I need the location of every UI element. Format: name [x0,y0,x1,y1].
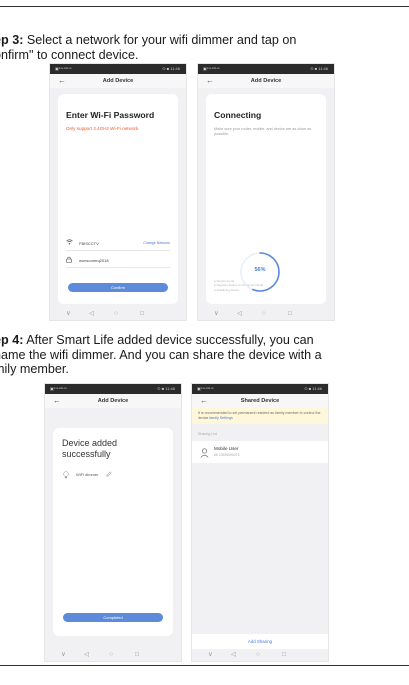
progress-percent: 56% [254,267,266,273]
status-bar: ▣ᴸᵗᵉ⁴ᴳᴸᵗᵉ ⊙ ■ 11:46 [192,384,328,394]
phone-screen-shared-device: ▣ᴸᵗᵉ⁴ᴳᴸᵗᵉ ⊙ ■ 11:46 ← Shared Device It i… [191,383,329,662]
bulb-icon [63,471,69,480]
back-triangle-icon[interactable]: ◁ [84,651,89,659]
change-network-link[interactable]: Change Network [143,241,170,245]
family-settings-notice: It is recommended to set permanent resid… [192,408,328,424]
lock-icon [66,256,72,265]
status-bar-right: ⊙ ■ 11:46 [310,66,328,71]
status-bar-left: ▣ᴸᵗᵉ⁴ᴳᴸᵗᵉ [197,386,214,391]
step-3-text: ep 3: Select a network for your wifi dim… [0,33,409,62]
phone-screen-wifi-password: ▣ᴸᵗᵉ⁴ᴳᴸᵗᵉ ⊙ ■ 11:46 ← Add Device Enter W… [49,63,187,321]
wifi-icon [66,239,73,247]
android-nav-bar: ∨ ◁ ○ □ [45,649,181,661]
edit-pencil-icon[interactable] [106,471,112,478]
status-bar-right: ⊙ ■ 11:46 [157,386,175,391]
step-4-label: ep 4: [0,333,24,347]
nav-bar: ← Add Device [198,74,334,88]
nav-title: Add Device [250,78,282,84]
down-icon[interactable]: ∨ [208,651,213,659]
status-bar-left: ▣ᴸᵗᵉ⁴ᴳᴸᵗᵉ [50,386,67,391]
nav-bar: ← Add Device [45,394,181,408]
nav-title: Shared Device [240,398,280,404]
home-icon[interactable]: ○ [256,651,260,659]
family-settings-link[interactable]: family Settings [209,416,232,420]
sharing-list-label: Sharing List [198,432,217,436]
status-bar-right: ⊙ ■ 11:46 [304,386,322,391]
completed-button[interactable]: Completed [63,613,163,622]
nav-title: Add Device [97,398,129,404]
add-sharing-button[interactable]: Add Sharing [192,639,328,644]
back-triangle-icon[interactable]: ◁ [237,310,242,318]
status-bar-right: ⊙ ■ 11:46 [162,66,180,71]
step-4-line-1: After Smart Life added device successful… [23,333,314,347]
step-4-line-2: name the wifi dimmer. And you can share … [0,347,322,362]
progress-ring: 56% [238,250,282,294]
member-name: Mobile User [214,446,239,451]
success-heading-line-1: Device added [62,438,118,448]
status-bar: ▣ᴸᵗᵉ⁴ᴳᴸᵗᵉ ⊙ ■ 11:46 [198,64,334,74]
phone-screen-device-added: ▣ᴸᵗᵉ⁴ᴳᴸᵗᵉ ⊙ ■ 11:46 ← Add Device Device … [44,383,182,662]
nav-bar: ← Add Device [50,74,186,88]
confirm-button[interactable]: Confirm [68,283,168,292]
step-3-line-1: Select a network for your wifi dimmer an… [23,33,297,47]
status-bar: ▣ᴸᵗᵉ⁴ᴳᴸᵗᵉ ⊙ ■ 11:46 [50,64,186,74]
page-heading: Enter Wi-Fi Password [66,110,155,120]
step-4-text: ep 4: After Smart Life added device succ… [0,333,409,377]
home-icon[interactable]: ○ [114,310,118,318]
shared-member-row[interactable]: Mobile User 86 13926590375 [192,441,328,463]
recents-icon[interactable]: □ [282,651,286,659]
step-3-label: ep 3: [0,33,24,47]
down-icon[interactable]: ∨ [66,310,71,318]
password-field[interactable]: wonsoumrq2018 [79,258,109,263]
user-icon [200,445,209,463]
android-nav-bar: ∨ ◁ ○ □ [50,308,186,320]
back-triangle-icon[interactable]: ◁ [231,651,236,659]
status-bar-left: ▣ᴸᵗᵉ⁴ᴳᴸᵗᵉ [55,66,72,71]
network-warning: Only support 2.4GHz Wi-Fi network [66,126,139,131]
success-heading-line-2: successfully [62,449,111,459]
android-nav-bar: ∨ ◁ ○ □ [192,649,328,661]
bottom-rule [0,665,409,666]
wifi-network-row[interactable]: FBISCCTV Change Network [66,239,170,249]
down-icon[interactable]: ∨ [61,651,66,659]
home-icon[interactable]: ○ [262,310,266,318]
member-phone: 86 13926590375 [214,453,240,457]
password-row[interactable]: wonsoumrq2018 [66,256,170,266]
step-3-line-2: onfirm" to connect device. [0,47,139,62]
top-rule [0,6,409,7]
recents-icon[interactable]: □ [288,310,292,318]
connecting-description: Make sure your router, mobile, and devic… [214,127,312,136]
wifi-card: Enter Wi-Fi Password Only support 2.4GHz… [58,94,178,304]
page-heading: Connecting [214,110,262,120]
success-heading: Device added successfully [62,438,117,460]
recents-icon[interactable]: □ [140,310,144,318]
wifi-network-name: FBISCCTV [79,241,99,246]
home-icon[interactable]: ○ [109,651,113,659]
android-nav-bar: ∨ ◁ ○ □ [198,308,334,320]
device-name: WiFi dimmer [76,472,99,477]
nav-title: Add Device [102,78,134,84]
down-icon[interactable]: ∨ [214,310,219,318]
status-bar-left: ▣ᴸᵗᵉ⁴ᴳᴸᵗᵉ [203,66,220,71]
back-triangle-icon[interactable]: ◁ [89,310,94,318]
device-added-card: Device added successfully WiFi dimmer Co… [53,428,173,636]
recents-icon[interactable]: □ [135,651,139,659]
status-bar: ▣ᴸᵗᵉ⁴ᴳᴸᵗᵉ ⊙ ■ 11:46 [45,384,181,394]
nav-bar: ← Shared Device [192,394,328,408]
divider [66,267,170,268]
step-4-line-3: mily member. [0,362,69,376]
phone-screen-connecting: ▣ᴸᵗᵉ⁴ᴳᴸᵗᵉ ⊙ ■ 11:46 ← Add Device Connect… [197,63,335,321]
divider [66,250,170,251]
